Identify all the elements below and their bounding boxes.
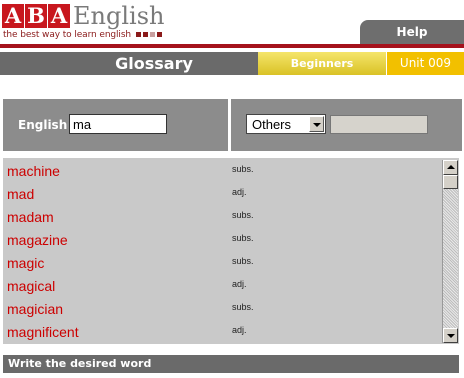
word-text: magic	[7, 255, 45, 271]
list-item[interactable]: magician subs.	[7, 301, 432, 324]
word-text: magical	[7, 278, 56, 294]
word-text: magnificent	[7, 324, 79, 340]
chevron-down-icon[interactable]	[309, 116, 324, 132]
secondary-field	[330, 115, 428, 134]
list-item[interactable]: magnificent adj.	[7, 324, 432, 347]
part-of-speech: adj.	[232, 279, 247, 289]
list-item[interactable]: mad adj.	[7, 186, 432, 209]
logo-letter: A	[48, 4, 70, 28]
part-of-speech: subs.	[232, 210, 254, 220]
category-select[interactable]: Others	[246, 114, 326, 134]
decor-square-icon	[135, 32, 141, 37]
decor-square-icon	[142, 32, 148, 37]
word-text: magician	[7, 301, 64, 317]
status-message: Write the desired word	[3, 355, 459, 373]
word-text: mad	[7, 186, 35, 202]
scroll-thumb[interactable]	[443, 175, 458, 189]
arrow-down-icon	[447, 334, 455, 338]
word-text: madam	[7, 209, 54, 225]
logo: A B A English	[2, 2, 164, 28]
arrow-up-icon	[447, 165, 455, 169]
level-badge: Beginners	[258, 52, 386, 75]
help-button[interactable]: Help	[360, 20, 464, 46]
part-of-speech: adj.	[232, 187, 247, 197]
part-of-speech: subs.	[232, 164, 254, 174]
vertical-scrollbar[interactable]	[442, 160, 458, 343]
list-item[interactable]: magazine subs.	[7, 232, 432, 255]
part-of-speech: adj.	[232, 325, 247, 335]
part-of-speech: subs.	[232, 256, 254, 266]
list-item[interactable]: magic subs.	[7, 255, 432, 278]
part-of-speech: subs.	[232, 302, 254, 312]
unit-badge: Unit 009	[387, 52, 464, 75]
tagline: the best way to learn english	[3, 30, 162, 40]
part-of-speech: subs.	[232, 233, 254, 243]
word-text: magazine	[7, 232, 68, 248]
page-title: Glossary	[0, 52, 258, 75]
scroll-up-button[interactable]	[443, 160, 458, 175]
category-select-value: Others	[252, 117, 292, 132]
logo-letter: B	[25, 4, 47, 28]
list-item[interactable]: madam subs.	[7, 209, 432, 232]
logo-letter: A	[2, 4, 24, 28]
decor-square-icon	[156, 32, 162, 37]
scroll-down-button[interactable]	[443, 328, 458, 343]
search-label: English	[18, 118, 68, 132]
decor-square-icon	[149, 32, 155, 37]
word-text: machine	[7, 163, 60, 179]
word-list: machine subs. mad adj. madam subs. magaz…	[3, 158, 459, 344]
search-input[interactable]	[69, 114, 167, 134]
tagline-text: the best way to learn english	[3, 30, 132, 40]
list-item[interactable]: machine subs.	[7, 163, 432, 186]
header-divider	[0, 44, 464, 48]
list-item[interactable]: magical adj.	[7, 278, 432, 301]
logo-word: English	[73, 2, 165, 30]
